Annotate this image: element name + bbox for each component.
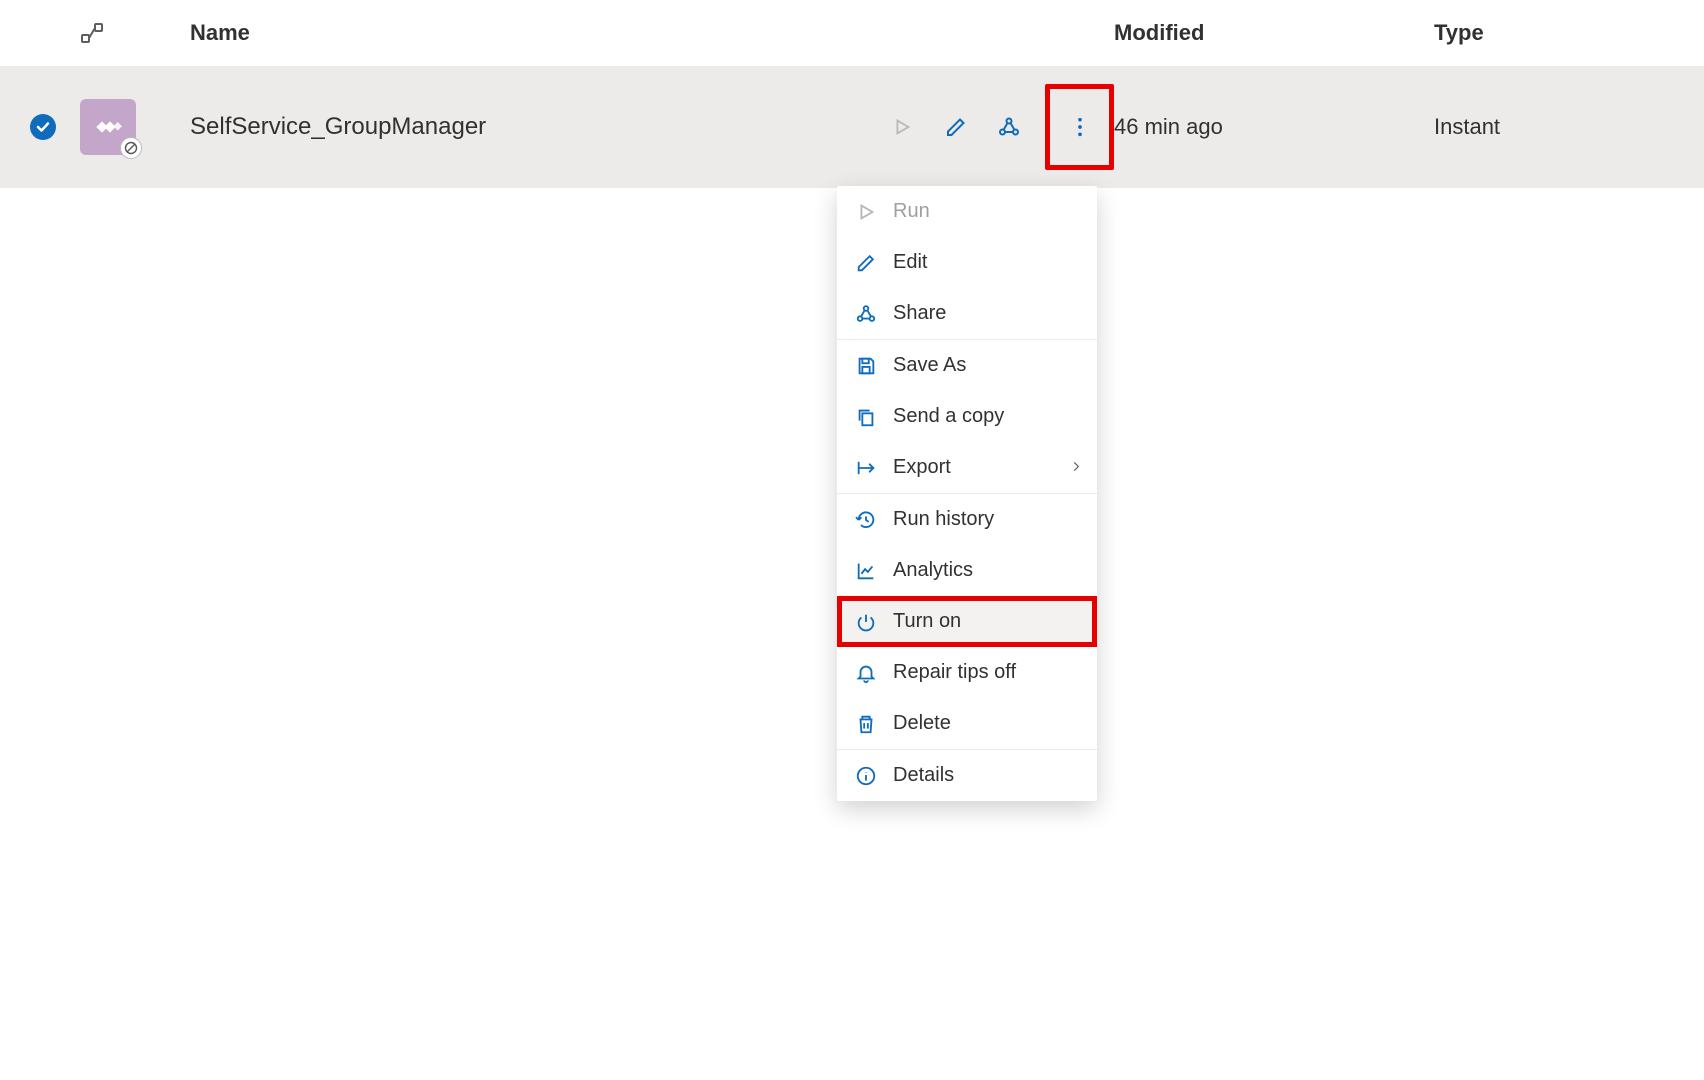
chevron-right-icon <box>1069 456 1083 479</box>
menu-turn-on-label: Turn on <box>893 610 961 633</box>
copy-icon <box>855 406 877 428</box>
menu-repair-tips[interactable]: Repair tips off <box>837 647 1097 698</box>
menu-share[interactable]: Share <box>837 288 1097 339</box>
menu-delete-label: Delete <box>893 712 951 735</box>
save-icon <box>855 355 877 377</box>
flow-row[interactable]: SelfService_GroupManager <box>0 66 1704 188</box>
menu-export-label: Export <box>893 456 951 479</box>
run-button <box>884 107 920 147</box>
menu-analytics-label: Analytics <box>893 559 973 582</box>
menu-delete[interactable]: Delete <box>837 698 1097 749</box>
more-actions-button[interactable] <box>1045 84 1114 170</box>
row-select-checkbox[interactable] <box>30 114 56 140</box>
pencil-icon <box>855 252 877 274</box>
menu-save-as[interactable]: Save As <box>837 340 1097 391</box>
type-column-header[interactable]: Type <box>1434 20 1674 46</box>
menu-save-as-label: Save As <box>893 354 966 377</box>
info-icon <box>855 765 877 787</box>
menu-run-history[interactable]: Run history <box>837 494 1097 545</box>
flows-table: Name Modified Type <box>0 0 1704 188</box>
share-button[interactable] <box>991 107 1027 147</box>
flow-icon <box>80 99 136 155</box>
history-icon <box>855 509 877 531</box>
menu-run-label: Run <box>893 200 930 223</box>
menu-run: Run <box>837 186 1097 237</box>
play-icon <box>855 201 877 223</box>
menu-export[interactable]: Export <box>837 442 1097 493</box>
share-icon <box>855 303 877 325</box>
disabled-badge-icon <box>120 137 142 159</box>
trash-icon <box>855 713 877 735</box>
bell-icon <box>855 662 877 684</box>
edit-button[interactable] <box>938 107 974 147</box>
flow-type-icon-header <box>80 21 155 45</box>
table-header: Name Modified Type <box>0 0 1704 66</box>
modified-column-header[interactable]: Modified <box>1114 20 1434 46</box>
modified-time: 46 min ago <box>1114 114 1223 139</box>
power-icon <box>855 611 877 633</box>
menu-edit-label: Edit <box>893 251 927 274</box>
menu-share-label: Share <box>893 302 946 325</box>
menu-edit[interactable]: Edit <box>837 237 1097 288</box>
menu-analytics[interactable]: Analytics <box>837 545 1097 596</box>
menu-repair-tips-label: Repair tips off <box>893 661 1016 684</box>
export-icon <box>855 457 877 479</box>
menu-run-history-label: Run history <box>893 508 994 531</box>
menu-details[interactable]: Details <box>837 750 1097 801</box>
context-menu: Run Edit Share Save As <box>837 186 1097 801</box>
flow-name[interactable]: SelfService_GroupManager <box>190 113 486 140</box>
menu-details-label: Details <box>893 764 954 787</box>
name-column-header[interactable]: Name <box>155 20 884 46</box>
menu-turn-on[interactable]: Turn on <box>837 596 1097 647</box>
menu-send-copy-label: Send a copy <box>893 405 1004 428</box>
menu-send-copy[interactable]: Send a copy <box>837 391 1097 442</box>
flow-type: Instant <box>1434 114 1500 139</box>
analytics-icon <box>855 560 877 582</box>
